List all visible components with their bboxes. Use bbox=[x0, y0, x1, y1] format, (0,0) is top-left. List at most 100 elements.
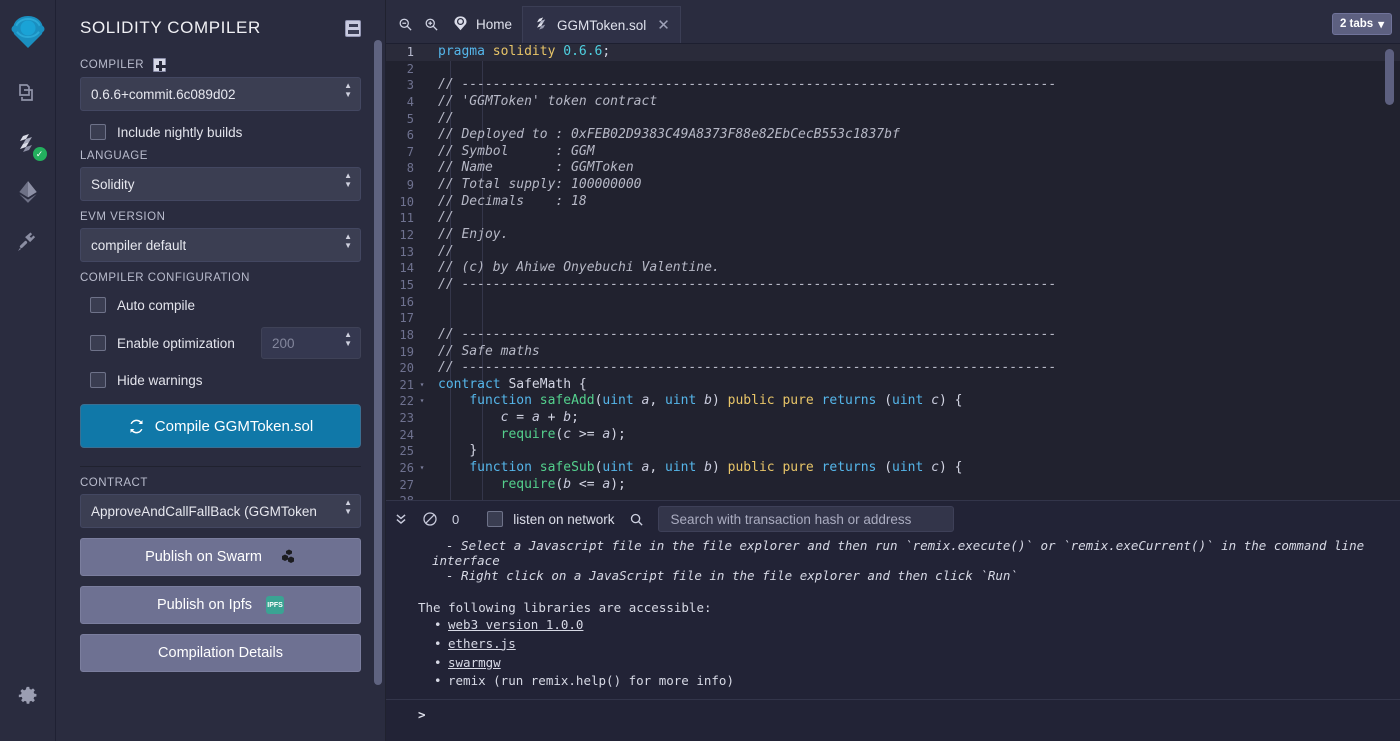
panel-body: COMPILER 0.6.6+commit.6c089d02 ▲ ▼ Includ… bbox=[56, 58, 385, 672]
compiler-label-row: COMPILER bbox=[80, 58, 361, 72]
terminal-libs-header: The following libraries are accessible: bbox=[418, 600, 712, 616]
tab-ggmtoken-sol[interactable]: GGMToken.sol ✕ bbox=[522, 6, 681, 43]
compiler-version-select[interactable]: 0.6.6+commit.6c089d02 ▲ ▼ bbox=[80, 77, 361, 111]
contract-label: CONTRACT bbox=[80, 477, 148, 489]
code-line: 1 pragma solidity 0.6.6; bbox=[386, 44, 1400, 61]
language-label: LANGUAGE bbox=[80, 150, 148, 162]
remix-ide-window: ✓ SOLIDITY COMPILER COMPILER 0.6.6+commi… bbox=[0, 0, 1400, 741]
language-select[interactable]: Solidity ▲ ▼ bbox=[80, 167, 361, 201]
language-value: Solidity bbox=[91, 176, 135, 192]
compiler-version-value: 0.6.6+commit.6c089d02 bbox=[91, 86, 236, 102]
close-icon[interactable]: ✕ bbox=[657, 16, 670, 34]
publish-on-ipfs-button[interactable]: Publish on Ipfs IPFS bbox=[80, 586, 361, 624]
code-line: 6 // Deployed to : 0xFEB02D9383C49A8373F8… bbox=[386, 127, 1400, 144]
publish-on-swarm-button[interactable]: Publish on Swarm bbox=[80, 538, 361, 576]
optimization-runs-input[interactable]: 200 ▲ ▼ bbox=[261, 327, 361, 359]
code-line: 20 // -----------------------------------… bbox=[386, 360, 1400, 377]
code-line: 12 // Enjoy. bbox=[386, 227, 1400, 244]
code-text: // -------------------------------------… bbox=[438, 276, 1057, 292]
clear-console-icon[interactable] bbox=[422, 511, 438, 527]
optimization-runs-value: 200 bbox=[272, 335, 295, 351]
terminal-lib-item[interactable]: ethers.js bbox=[434, 635, 1400, 654]
line-number: 28 bbox=[386, 493, 416, 500]
listen-on-network-row[interactable]: listen on network bbox=[487, 511, 615, 527]
editor-scrollbar[interactable] bbox=[1385, 49, 1394, 105]
line-number: 22 bbox=[399, 394, 414, 409]
code-text: } bbox=[469, 443, 478, 459]
fold-toggle-icon[interactable]: ▾ bbox=[416, 460, 428, 477]
evm-version-label: EVM VERSION bbox=[80, 211, 166, 223]
evm-version-select[interactable]: compiler default ▲ ▼ bbox=[80, 228, 361, 262]
line-number: 18 bbox=[399, 327, 414, 342]
line-number: 16 bbox=[399, 294, 414, 309]
compiler-success-badge: ✓ bbox=[32, 147, 47, 161]
include-nightly-checkbox[interactable] bbox=[90, 124, 106, 140]
compiler-label: COMPILER bbox=[80, 59, 145, 71]
terminal-lib-item[interactable]: web3 version 1.0.0 bbox=[434, 616, 1400, 635]
page-title: SOLIDITY COMPILER bbox=[80, 18, 261, 37]
compilation-details-button[interactable]: Compilation Details bbox=[80, 634, 361, 672]
hide-warnings-row[interactable]: Hide warnings bbox=[90, 372, 361, 388]
code-line: 19 // Safe maths bbox=[386, 344, 1400, 361]
code-text: function safeAdd(uint a, uint b) public … bbox=[469, 393, 963, 409]
main-area: Home GGMToken.sol ✕ 2 tabs ▾ 1 pragma so… bbox=[386, 0, 1400, 741]
tabs-count-dropdown[interactable]: 2 tabs ▾ bbox=[1331, 13, 1392, 35]
plugin-manager-icon[interactable] bbox=[8, 221, 48, 261]
terminal-line: interface bbox=[432, 552, 500, 568]
remix-home-icon bbox=[452, 15, 469, 35]
hide-warnings-checkbox[interactable] bbox=[90, 372, 106, 388]
line-number: 21 bbox=[399, 377, 414, 392]
zoom-in-icon[interactable] bbox=[420, 14, 442, 36]
enable-optimization-checkbox[interactable] bbox=[90, 335, 106, 351]
code-editor[interactable]: 1 pragma solidity 0.6.6; 2 3// ------------… bbox=[386, 44, 1400, 500]
code-text: // Decimals : 18 bbox=[438, 193, 587, 209]
include-nightly-row[interactable]: Include nightly builds bbox=[90, 124, 361, 140]
terminal-lib-item[interactable]: swarmgw bbox=[434, 654, 1400, 673]
fold-toggle-icon[interactable]: ▾ bbox=[416, 377, 428, 394]
compilation-details-label: Compilation Details bbox=[158, 645, 283, 661]
code-line: 23 c = a + b; bbox=[386, 410, 1400, 427]
contract-select[interactable]: ApproveAndCallFallBack (GGMToken ▲ ▼ bbox=[80, 494, 361, 528]
documentation-icon[interactable] bbox=[345, 19, 361, 37]
tab-home[interactable]: Home bbox=[448, 6, 522, 43]
file-explorers-icon[interactable] bbox=[8, 74, 48, 114]
line-number: 7 bbox=[406, 144, 414, 159]
settings-gear-icon[interactable] bbox=[8, 676, 48, 716]
zoom-out-icon[interactable] bbox=[394, 14, 416, 36]
deploy-run-icon[interactable] bbox=[8, 172, 48, 212]
code-text: c = a + b; bbox=[500, 410, 579, 426]
code-line: 17 bbox=[386, 310, 1400, 327]
code-line: 3 // ------------------------------------… bbox=[386, 77, 1400, 94]
search-icon[interactable] bbox=[629, 512, 644, 527]
code-text: // (c) by Ahiwe Onyebuchi Valentine. bbox=[438, 260, 720, 276]
code-text: require(c >= a); bbox=[500, 426, 626, 442]
code-line: 13 // bbox=[386, 244, 1400, 261]
add-compiler-icon[interactable] bbox=[153, 58, 167, 72]
fold-toggle-icon[interactable]: ▾ bbox=[416, 393, 428, 410]
terminal-line: - Select a Javascript file in the file e… bbox=[446, 538, 1365, 553]
collapse-chevrons-icon[interactable] bbox=[394, 511, 408, 527]
line-number: 26 bbox=[399, 461, 414, 476]
auto-compile-checkbox[interactable] bbox=[90, 297, 106, 313]
transaction-search-input[interactable]: Search with transaction hash or address bbox=[657, 506, 954, 532]
listen-on-network-checkbox[interactable] bbox=[487, 511, 504, 527]
code-text: // Deployed to : 0xFEB02D9383C49A8373F88… bbox=[438, 127, 900, 143]
code-text: function safeSub(uint a, uint b) public … bbox=[469, 460, 963, 476]
panel-header: SOLIDITY COMPILER bbox=[56, 0, 385, 48]
terminal-count: 0 bbox=[452, 511, 460, 527]
line-number: 19 bbox=[399, 344, 414, 359]
code-text: contract SafeMath { bbox=[438, 376, 587, 392]
line-number: 6 bbox=[406, 128, 414, 143]
code-text: // Total supply: 100000000 bbox=[438, 177, 642, 193]
include-nightly-label: Include nightly builds bbox=[117, 124, 243, 140]
auto-compile-row[interactable]: Auto compile bbox=[90, 297, 361, 313]
remix-logo-icon[interactable] bbox=[8, 12, 48, 52]
enable-optimization-label: Enable optimization bbox=[117, 335, 235, 351]
terminal-prompt[interactable]: > bbox=[418, 700, 1400, 723]
panel-scrollbar[interactable] bbox=[374, 40, 382, 685]
terminal-toolbar: 0 listen on network Search with transact… bbox=[386, 500, 1400, 537]
chevron-updown-icon[interactable]: ▲ ▼ bbox=[344, 331, 352, 351]
solidity-compiler-icon[interactable]: ✓ bbox=[8, 123, 48, 163]
compile-button[interactable]: Compile GGMToken.sol bbox=[80, 404, 361, 448]
tab-ggmtoken-label: GGMToken.sol bbox=[557, 17, 647, 33]
